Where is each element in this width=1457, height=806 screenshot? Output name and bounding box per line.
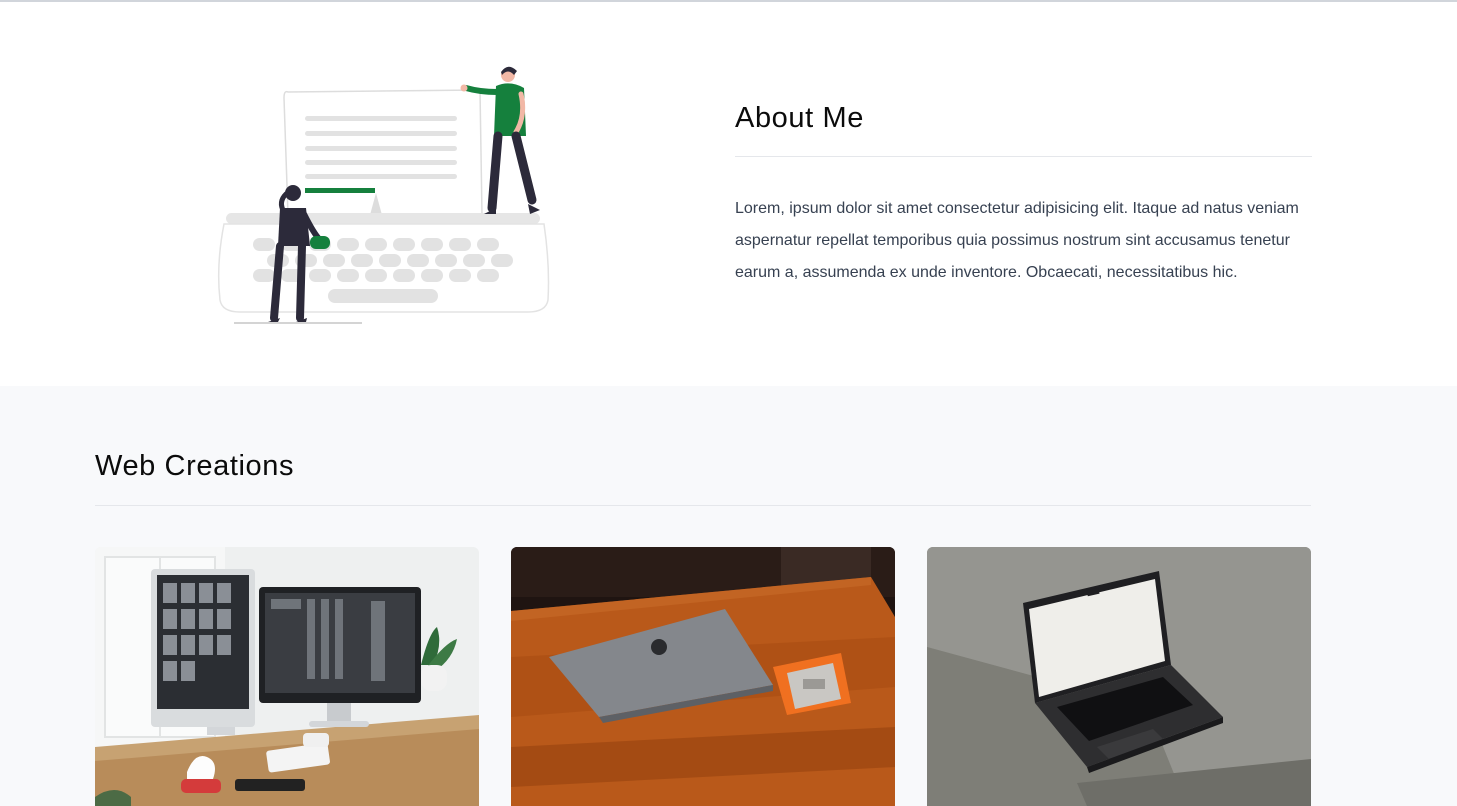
about-section: About Me Lorem, ipsum dolor sit amet con…	[0, 2, 1457, 386]
about-body-text: Lorem, ipsum dolor sit amet consectetur …	[735, 200, 1299, 282]
project-card-2[interactable]	[511, 547, 895, 806]
web-creations-divider	[95, 505, 1311, 506]
web-creations-title: Web Creations	[95, 450, 295, 482]
about-title: About Me	[735, 102, 864, 134]
web-creations-section: Web Creations	[0, 386, 1457, 806]
laptop-on-wooden-table-photo	[511, 547, 895, 806]
typewriter-people-illustration	[210, 60, 555, 330]
about-divider	[735, 156, 1312, 158]
desk-with-two-monitors-photo	[95, 547, 479, 806]
project-card-1[interactable]	[95, 547, 479, 806]
about-text-block: About Me Lorem, ipsum dolor sit amet con…	[735, 102, 1312, 289]
open-laptop-on-gray-block-photo	[927, 547, 1311, 806]
project-card-3[interactable]	[927, 547, 1311, 806]
